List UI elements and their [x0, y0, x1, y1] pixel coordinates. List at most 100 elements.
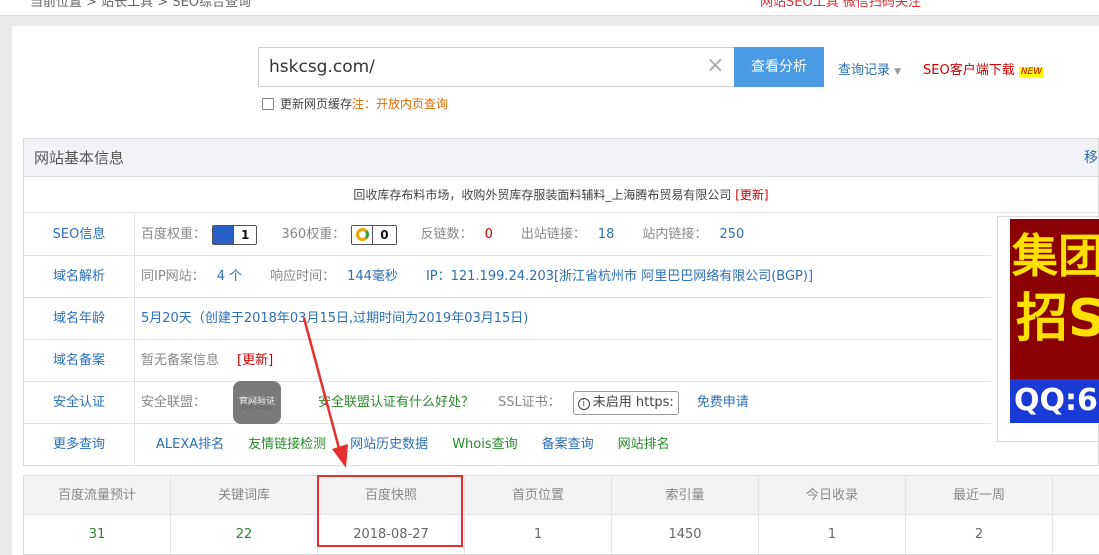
- stats-header-cell: [1053, 476, 1099, 515]
- baidu-weight-value: 1: [233, 225, 256, 244]
- analyze-button[interactable]: 查看分析: [734, 47, 824, 87]
- stats-table: 百度流量预计 关键词库 百度快照 首页位置 索引量 今日收录 最近一周 31 2…: [23, 475, 1099, 555]
- stats-value-cell[interactable]: 1: [759, 515, 906, 554]
- row-icp: 域名备案 暂无备案信息 [更新]: [24, 340, 991, 382]
- baidu-weight-badge[interactable]: 🐾 1: [212, 224, 258, 245]
- stats-value-row: 31 22 2018-08-27 1 1450 1 2: [24, 515, 1099, 554]
- icp-query-link[interactable]: 备案查询: [542, 424, 594, 465]
- outlinks-label: 出站链接：: [520, 227, 586, 242]
- stats-header-cell: 关键词库: [171, 476, 318, 515]
- site-info-section: 网站基本信息 移 回收库存布料市场，收购外贸库存服装面料辅料_上海腾布贸易有限公…: [23, 138, 1099, 466]
- seal-bottom-text: 未加入: [248, 394, 267, 402]
- main-panel: hskcsg.com/ × 查看分析 查询记录 ▼ SEO客户端下载 NEW 更…: [12, 26, 1099, 555]
- row-value: 安全联盟： 安全V联盟 官网验证 未加入 安全联盟认证有什么好处？ SSL证书：…: [141, 381, 749, 424]
- row-value: 百度权重： 🐾 1 360权重： 0 反链数： 0 出站链接： 18 站内链接： …: [141, 214, 772, 255]
- row-value: ALEXA排名 友情链接检测 网站历史数据 Whois查询 备案查询 网站排名: [156, 424, 694, 465]
- inlinks-label: 站内链接：: [642, 227, 708, 242]
- section-header: 网站基本信息 移: [24, 139, 1098, 177]
- same-ip-label: 同IP网站：: [141, 269, 205, 284]
- ssl-status-button[interactable]: i 未启用 https:: [572, 390, 679, 415]
- row-seo: SEO信息 百度权重： 🐾 1 360权重： 0 反链数： 0 出站链接： 18 …: [24, 214, 991, 256]
- 360-logo-icon: [352, 225, 373, 244]
- response-value: 144毫秒: [347, 269, 398, 284]
- cache-note: 注：开放内页查询: [352, 97, 449, 111]
- row-label[interactable]: SEO信息: [24, 214, 135, 255]
- inlinks-value[interactable]: 250: [719, 214, 744, 255]
- section-more-link[interactable]: 移: [1084, 139, 1098, 177]
- row-label[interactable]: 域名解析: [24, 256, 135, 297]
- row-security: 安全认证 安全联盟： 安全V联盟 官网验证 未加入 安全联盟认证有什么好处？ S…: [24, 381, 991, 424]
- stats-value-cell[interactable]: 22: [171, 515, 318, 554]
- ssl-label: SSL证书：: [498, 395, 561, 410]
- row-value: 同IP网站： 4 个 响应时间： 144毫秒 IP：121.199.24.203…: [141, 256, 813, 297]
- ip-info[interactable]: IP：121.199.24.203[浙江省杭州市 阿里巴巴网络有限公司(BGP)…: [426, 256, 813, 297]
- outlinks-value[interactable]: 18: [598, 214, 615, 255]
- ad-line-3: QQ:68: [1010, 379, 1099, 423]
- update-title-link[interactable]: [更新]: [735, 188, 768, 202]
- row-dns: 域名解析 同IP网站： 4 个 响应时间： 144毫秒 IP：121.199.2…: [24, 256, 991, 298]
- client-download-link[interactable]: SEO客户端下载 NEW: [923, 59, 1045, 78]
- breadcrumb: 当前位置 > 站长工具 > SEO综合查询: [30, 0, 252, 10]
- stats-header-cell: 首页位置: [465, 476, 612, 515]
- stats-value-cell: [1053, 515, 1099, 554]
- w360-badge[interactable]: 0: [351, 224, 397, 245]
- response-label: 响应时间：: [270, 269, 336, 284]
- stats-value-cell[interactable]: 31: [24, 515, 171, 554]
- ad-banner[interactable]: 集团 招S QQ:68: [997, 216, 1099, 442]
- row-value: 暂无备案信息 [更新]: [141, 340, 273, 381]
- stats-header-row: 百度流量预计 关键词库 百度快照 首页位置 索引量 今日收录 最近一周: [24, 476, 1099, 515]
- ad-line-1: 集团: [1012, 229, 1099, 283]
- ad-line-2: 招S: [1016, 289, 1099, 349]
- baidu-paw-icon: 🐾: [213, 225, 234, 244]
- chevron-down-icon: ▼: [894, 67, 902, 77]
- client-download-label: SEO客户端下载: [923, 63, 1015, 78]
- alliance-label: 安全联盟：: [141, 395, 207, 410]
- query-history-menu[interactable]: 查询记录 ▼: [838, 59, 901, 78]
- whois-link[interactable]: Whois查询: [452, 424, 517, 465]
- alexa-link[interactable]: ALEXA排名: [156, 424, 224, 465]
- top-strip: 当前位置 > 站长工具 > SEO综合查询 网站SEO工具 微信扫码关注: [0, 0, 1099, 16]
- cache-label: 更新网页缓存: [280, 97, 353, 111]
- site-title: 回收库存布料市场，收购外贸库存服装面料辅料_上海腾布贸易有限公司: [353, 188, 732, 202]
- row-label[interactable]: 安全认证: [24, 382, 135, 423]
- row-label[interactable]: 域名年龄: [24, 298, 135, 339]
- cache-option: 更新网页缓存 注：开放内页查询: [262, 95, 448, 112]
- row-label[interactable]: 更多查询: [24, 424, 135, 465]
- row-domain-age: 域名年龄 5月20天（创建于2018年03月15日,过期时间为2019年03月1…: [24, 298, 991, 340]
- ssl-apply-link[interactable]: 免费申请: [697, 382, 749, 423]
- stats-value-cell[interactable]: 1: [465, 515, 612, 554]
- icp-text: 暂无备案信息: [141, 353, 220, 368]
- w360-label: 360权重：: [281, 227, 346, 242]
- site-rank-link[interactable]: 网站排名: [618, 424, 670, 465]
- w360-value: 0: [372, 225, 395, 244]
- site-history-link[interactable]: 网站历史数据: [350, 424, 428, 465]
- search-input[interactable]: hskcsg.com/: [258, 47, 734, 87]
- stats-value-cell[interactable]: 2: [906, 515, 1053, 554]
- alliance-benefit-link[interactable]: 安全联盟认证有什么好处？: [318, 382, 474, 423]
- same-ip-value[interactable]: 4 个: [217, 256, 242, 297]
- highlight-box: [317, 475, 463, 547]
- clear-icon[interactable]: ×: [706, 53, 724, 79]
- domain-age-text: 5月20天（创建于2018年03月15日,过期时间为2019年03月15日): [141, 311, 529, 326]
- backlinks-label: 反链数：: [420, 227, 473, 242]
- site-title-row: 回收库存布料市场，收购外贸库存服装面料辅料_上海腾布贸易有限公司 [更新]: [24, 177, 1098, 213]
- alliance-seal[interactable]: 安全V联盟 官网验证 未加入: [216, 381, 298, 424]
- stats-header-cell: 最近一周: [906, 476, 1053, 515]
- baidu-weight-label: 百度权重：: [141, 227, 207, 242]
- section-title: 网站基本信息: [34, 149, 125, 167]
- query-history-label: 查询记录: [838, 63, 891, 78]
- row-label[interactable]: 域名备案: [24, 340, 135, 381]
- new-badge: NEW: [1018, 67, 1045, 77]
- backlinks-value[interactable]: 0: [485, 214, 493, 255]
- cache-checkbox[interactable]: [262, 97, 274, 110]
- ssl-status-text: 未启用 https:: [592, 394, 674, 410]
- row-more-queries: 更多查询 ALEXA排名 友情链接检测 网站历史数据 Whois查询 备案查询 …: [24, 424, 991, 466]
- top-right-promo[interactable]: 网站SEO工具 微信扫码关注: [760, 0, 921, 10]
- stats-value-cell[interactable]: 1450: [612, 515, 759, 554]
- icp-update-link[interactable]: [更新]: [237, 340, 273, 381]
- friend-link-check-link[interactable]: 友情链接检测: [248, 424, 326, 465]
- info-icon: i: [577, 397, 590, 410]
- stats-header-cell: 索引量: [612, 476, 759, 515]
- stats-header-cell: 百度流量预计: [24, 476, 171, 515]
- row-value: 5月20天（创建于2018年03月15日,过期时间为2019年03月15日): [141, 298, 528, 339]
